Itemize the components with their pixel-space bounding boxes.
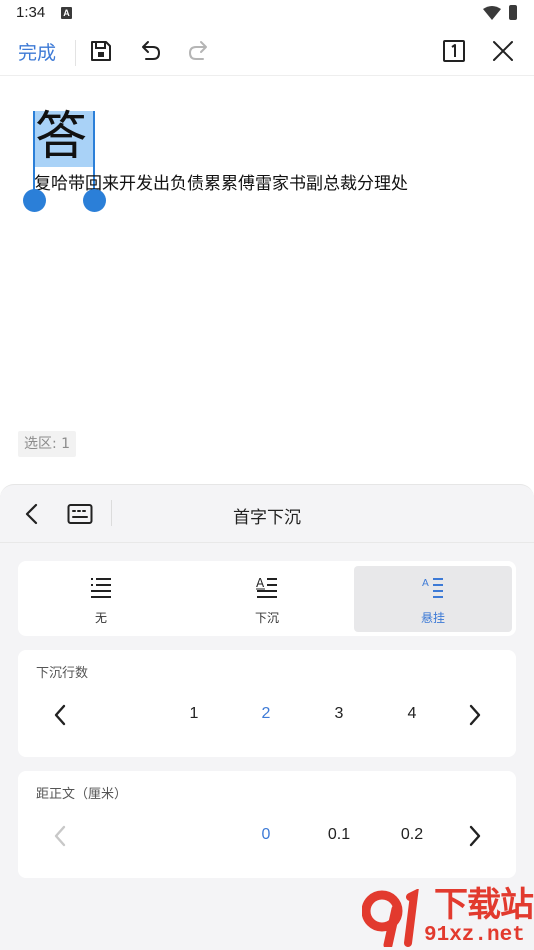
selection-count-badge: 选区: 1 [18, 431, 77, 457]
drop-lines-card: 下沉行数 1 2 3 4 [18, 650, 516, 757]
distance-card: 距正文（厘米） 0 0.1 0.2 [18, 771, 516, 878]
style-label-hanging: 悬挂 [420, 611, 445, 625]
svg-text:A: A [422, 578, 429, 589]
selection-end-handle[interactable] [83, 189, 106, 212]
drop-lines-option-selected[interactable]: 2 [246, 705, 286, 723]
style-option-drop[interactable]: A 下沉 [188, 566, 346, 632]
watermark-brand: 下载站 [434, 885, 534, 925]
notification-icon: A [61, 7, 72, 19]
hanging-cap-icon: A [422, 578, 443, 598]
done-button[interactable]: 完成 [18, 38, 56, 65]
chevron-left-icon[interactable] [50, 700, 70, 730]
site-watermark: 下载站 91xz.net [362, 885, 534, 950]
panel-title: 首字下沉 [233, 508, 301, 528]
style-option-hanging[interactable]: A 悬挂 [354, 566, 512, 632]
style-label-none: 无 [94, 611, 107, 625]
undo-icon[interactable] [137, 38, 163, 64]
redo-icon[interactable] [186, 38, 212, 64]
wifi-icon [483, 6, 501, 20]
distance-option[interactable]: 0.1 [319, 826, 359, 844]
drop-lines-option[interactable]: 3 [319, 705, 359, 723]
drop-lines-option[interactable]: 1 [174, 705, 214, 723]
drop-lines-label: 下沉行数 [36, 666, 89, 681]
page-count-icon[interactable] [441, 38, 467, 64]
style-option-none[interactable]: 无 [22, 566, 180, 632]
status-bar: 1:34 A [0, 0, 534, 28]
watermark-logo-icon [362, 889, 419, 947]
panel-header: 首字下沉 [0, 485, 534, 543]
save-icon[interactable] [88, 38, 114, 64]
chevron-right-icon[interactable] [465, 821, 485, 851]
chevron-left-icon[interactable] [50, 821, 70, 851]
list-none-icon [91, 578, 111, 598]
drop-lines-option[interactable]: 4 [392, 705, 432, 723]
editor-toolbar: 完成 [0, 28, 534, 76]
distance-option[interactable]: 0.2 [392, 826, 432, 844]
drop-cap-icon: A [256, 576, 277, 598]
close-icon[interactable] [490, 38, 516, 64]
drop-cap-panel: 首字下沉 无 A 下沉 A 悬挂 下沉行数 1 2 3 4 距正文（厘米） 0 … [0, 484, 534, 950]
style-label-drop: 下沉 [254, 611, 279, 625]
status-time: 1:34 [16, 4, 46, 21]
toolbar-divider [75, 40, 76, 66]
selection-start-handle[interactable] [23, 189, 46, 212]
drop-cap-style-card: 无 A 下沉 A 悬挂 [18, 561, 516, 636]
watermark-url: 91xz.net [424, 924, 525, 947]
chevron-right-icon[interactable] [465, 700, 485, 730]
svg-text:A: A [256, 576, 265, 590]
battery-icon [509, 5, 517, 20]
distance-label: 距正文（厘米） [36, 787, 128, 802]
drop-cap-character[interactable]: 答 [35, 106, 87, 168]
distance-option-selected[interactable]: 0 [246, 826, 286, 844]
